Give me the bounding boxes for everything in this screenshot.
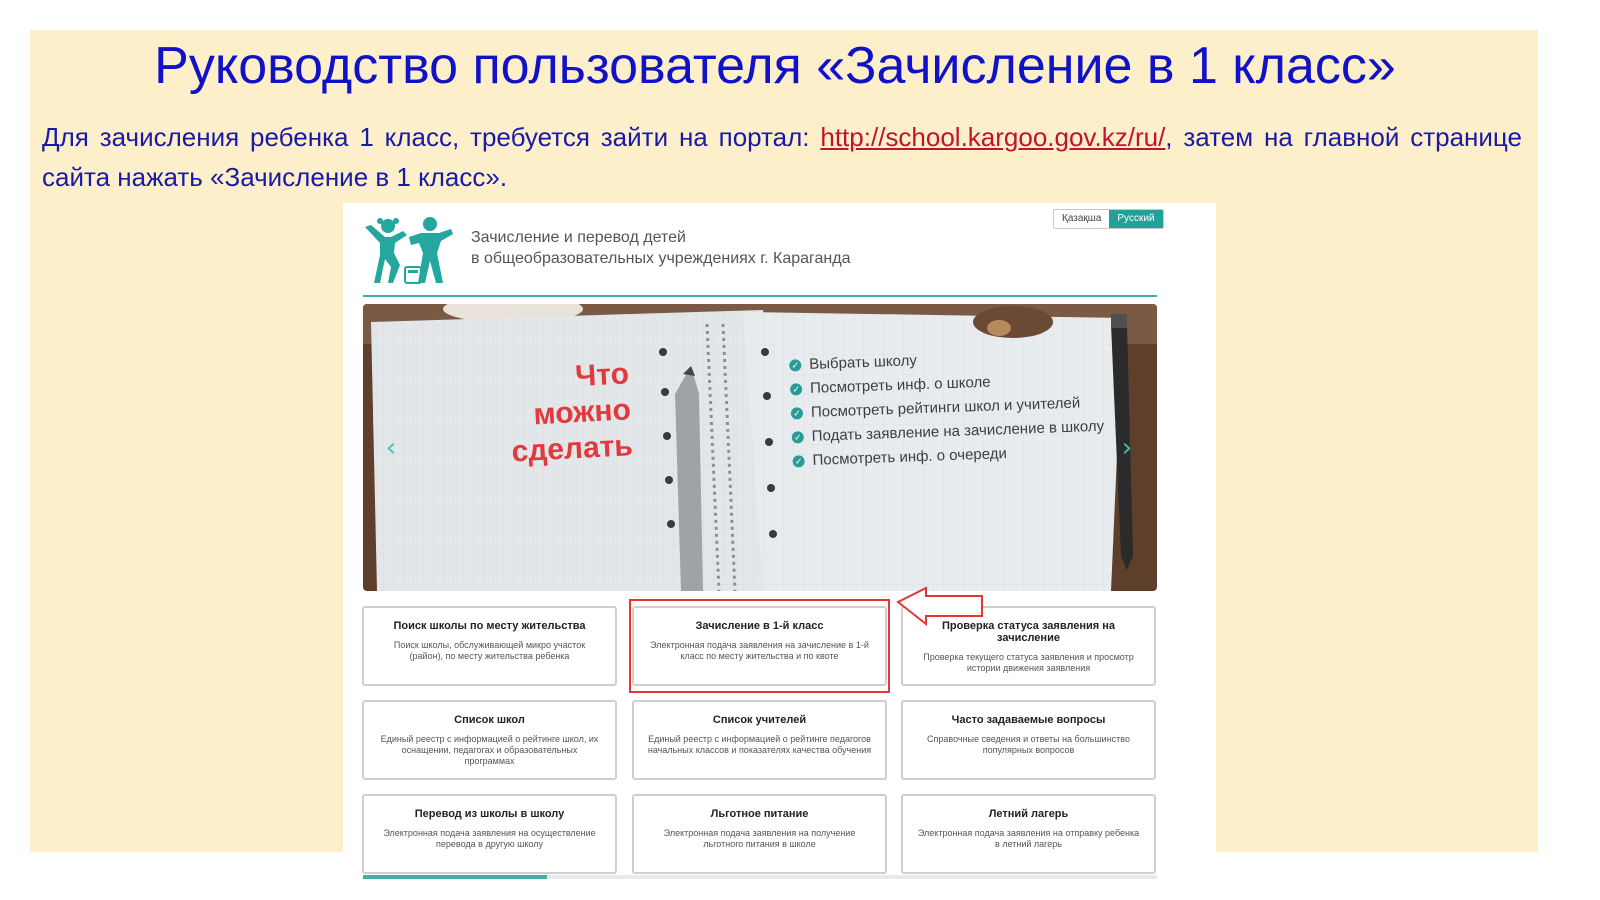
carousel-next-button[interactable]: ›	[1115, 434, 1139, 462]
banner-feature-label: Посмотреть инф. о очереди	[812, 445, 1008, 469]
check-icon: ✓	[789, 383, 803, 396]
highlight-frame	[629, 599, 890, 693]
website-screenshot: Зачисление и перевод детей в общеобразов…	[343, 203, 1216, 900]
banner-heading: Что можно сделать	[408, 356, 634, 475]
check-icon: ✓	[791, 431, 804, 444]
banner-feature-item: ✓ Посмотреть рейтинги школ и учителей	[790, 394, 1111, 421]
card-description: Электронная подача заявления на осуществ…	[383, 828, 596, 849]
chevron-right-icon: ›	[1121, 433, 1133, 463]
lang-kazakh-button[interactable]: Қазақша	[1054, 210, 1110, 228]
card-school-list[interactable]: Список школ Единый реестр с информацией …	[362, 700, 617, 780]
site-title-line1: Зачисление и перевод детей	[471, 229, 686, 246]
card-teacher-list[interactable]: Список учителей Единый реестр с информац…	[632, 700, 887, 780]
card-title: Часто задаваемые вопросы	[951, 714, 1106, 726]
carousel-prev-button[interactable]: ‹	[379, 434, 403, 462]
bottom-progress-strip	[363, 875, 1157, 879]
chevron-left-icon: ‹	[385, 433, 397, 463]
card-description: Проверка текущего статуса заявления и пр…	[923, 652, 1134, 673]
card-description: Единый реестр с информацией о рейтинге ш…	[380, 734, 599, 766]
banner-feature-label: Выбрать школу	[808, 352, 918, 373]
site-logo-icon[interactable]	[363, 215, 453, 285]
card-description: Справочные сведения и ответы на большинс…	[927, 734, 1130, 755]
card-title: Летний лагерь	[988, 808, 1069, 820]
banner-feature-item: ✓ Посмотреть инф. о школе	[789, 370, 1110, 397]
check-icon: ✓	[789, 359, 802, 372]
header-divider	[363, 295, 1157, 297]
banner-feature-label: Подать заявление на зачисление в школу	[811, 417, 1105, 445]
banner-feature-item: ✓ Подать заявление на зачисление в школу	[791, 417, 1112, 445]
card-description: Поиск школы, обслуживающей микро участок…	[393, 640, 586, 661]
bottom-strip-accent	[363, 875, 547, 879]
banner-feature-item: ✓ Посмотреть инф. о очереди	[792, 442, 1112, 469]
banner-carousel: Что можно сделать ✓ Выбрать школу ✓ Посмот…	[363, 304, 1157, 591]
card-title: Список учителей	[712, 714, 807, 726]
site-title: Зачисление и перевод детей в общеобразов…	[471, 227, 850, 269]
slide-instructions: Для зачисления ребенка 1 класс, требуетс…	[42, 117, 1522, 197]
card-summer-camp[interactable]: Летний лагерь Электронная подача заявлен…	[901, 794, 1156, 874]
card-description: Электронная подача заявления на получени…	[663, 828, 856, 849]
banner-feature-list: ✓ Выбрать школу ✓ Посмотреть инф. о школе …	[789, 346, 1113, 477]
site-title-line2: в общеобразовательных учреждениях г. Кар…	[471, 250, 851, 267]
banner-feature-label: Посмотреть инф. о школе	[809, 373, 991, 397]
card-title: Поиск школы по месту жительства	[393, 620, 586, 632]
instruction-text-start: Для зачисления ребенка 1 класс, требуетс…	[42, 122, 821, 152]
lang-russian-button[interactable]: Русский	[1109, 210, 1163, 228]
card-faq[interactable]: Часто задаваемые вопросы Справочные свед…	[901, 700, 1156, 780]
card-description: Единый реестр с информацией о рейтинге п…	[647, 734, 872, 755]
language-switcher: Қазақша Русский	[1053, 209, 1164, 229]
slide-title: Руководство пользователя «Зачисление в 1…	[154, 37, 1396, 95]
arrow-pointer-icon	[896, 586, 983, 626]
banner-feature-label: Посмотреть рейтинги школ и учителей	[810, 394, 1081, 421]
check-icon: ✓	[792, 455, 805, 468]
card-title: Льготное питание	[710, 808, 809, 820]
card-school-search[interactable]: Поиск школы по месту жительства Поиск шк…	[362, 606, 617, 686]
portal-link[interactable]: http://school.kargoo.gov.kz/ru/	[820, 122, 1165, 152]
card-title: Перевод из школы в школу	[414, 808, 565, 820]
card-subsidized-meals[interactable]: Льготное питание Электронная подача заяв…	[632, 794, 887, 874]
card-title: Список школ	[454, 714, 525, 726]
check-icon: ✓	[790, 407, 804, 420]
card-description: Электронная подача заявления на отправку…	[917, 828, 1140, 849]
card-school-transfer[interactable]: Перевод из школы в школу Электронная под…	[362, 794, 617, 874]
